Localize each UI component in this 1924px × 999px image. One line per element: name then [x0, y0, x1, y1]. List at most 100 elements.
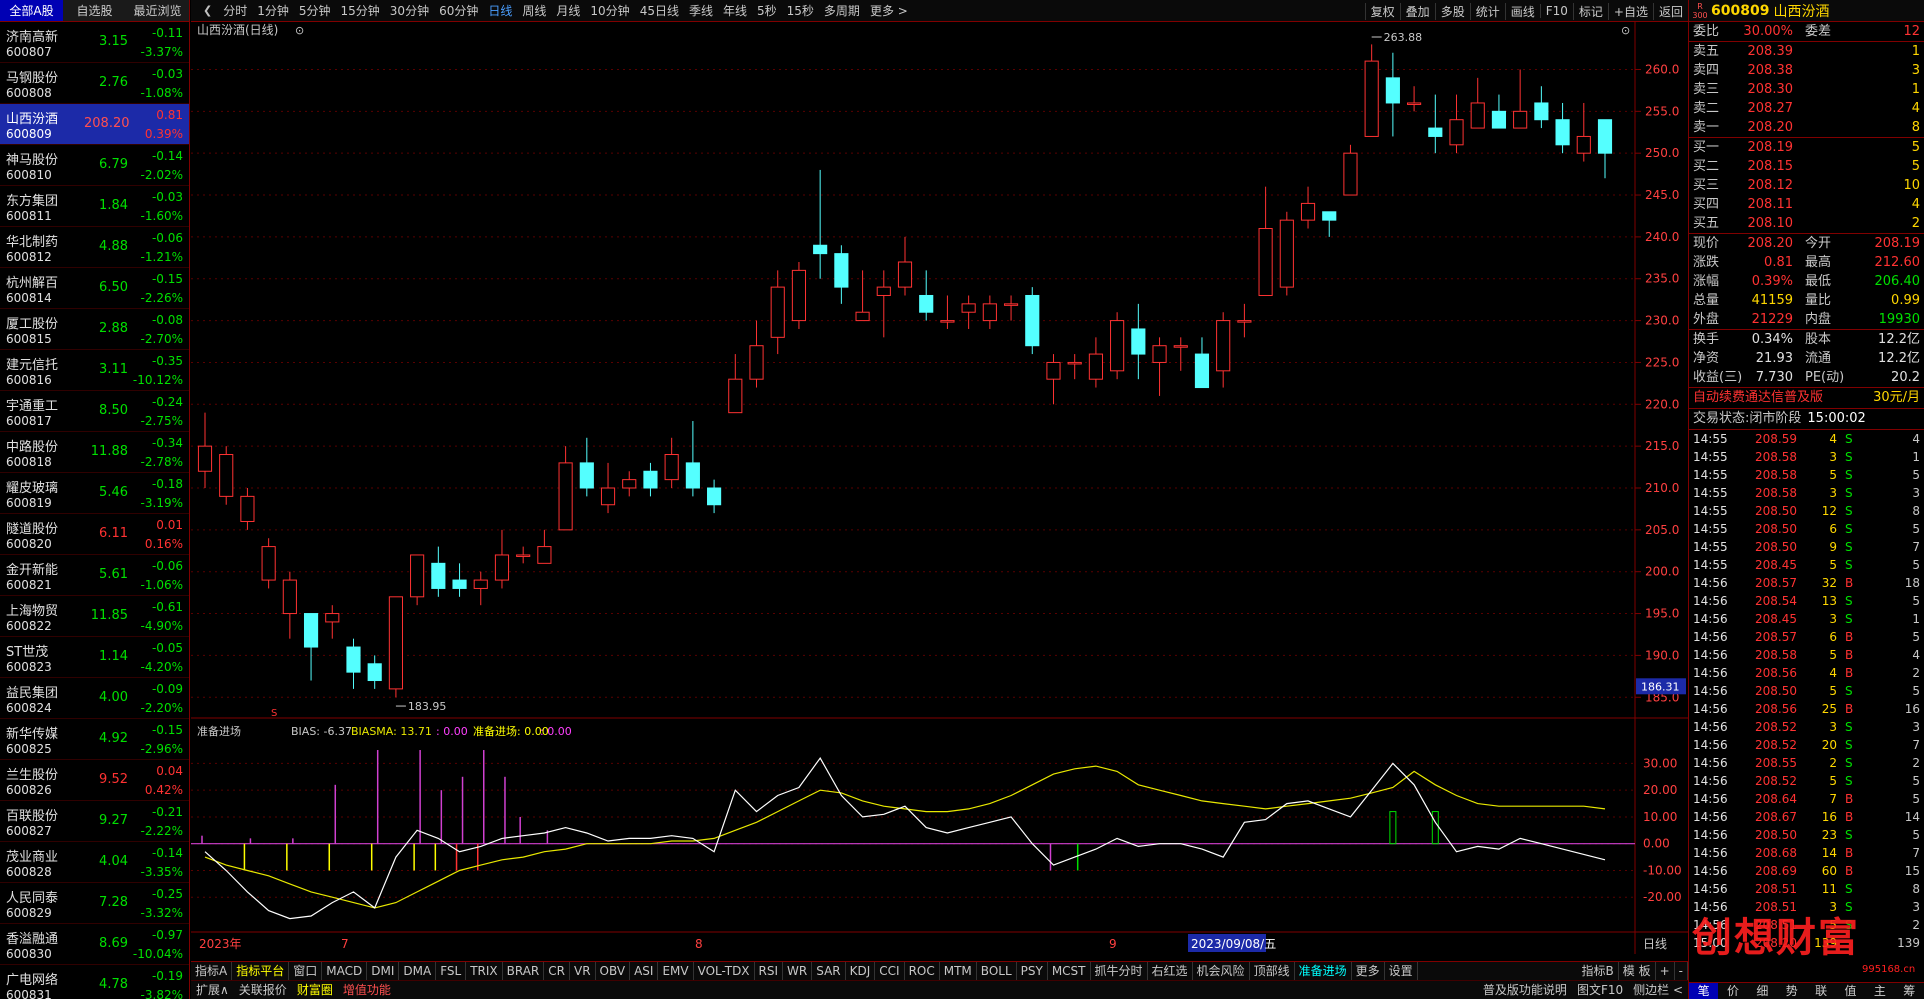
- indicator-btn[interactable]: 顶部线: [1250, 961, 1295, 981]
- chart-tool-btn[interactable]: +自选: [1607, 2, 1653, 20]
- stock-row[interactable]: 茂业商业 600828 4.04 -0.14 -3.35%: [0, 842, 189, 883]
- indicator-btn[interactable]: MACD: [322, 961, 368, 981]
- status-btn[interactable]: 财富圈: [292, 981, 338, 999]
- period-btn[interactable]: 10分钟: [585, 2, 634, 19]
- period-btn[interactable]: 15分钟: [336, 2, 385, 19]
- indicator-btn[interactable]: KDJ: [846, 961, 876, 981]
- indicator-btn[interactable]: ASI: [630, 961, 659, 981]
- chart-title-caret-icon[interactable]: ⊙: [295, 24, 304, 37]
- quote-tab[interactable]: 笔: [1689, 983, 1719, 999]
- indicator-btn[interactable]: BRAR: [503, 961, 545, 981]
- chart-tool-btn[interactable]: 复权: [1364, 2, 1400, 20]
- period-btn[interactable]: 日线: [483, 2, 517, 19]
- stock-row[interactable]: ST世茂 600823 1.14 -0.05 -4.20%: [0, 637, 189, 678]
- period-btn[interactable]: 季线: [684, 2, 718, 19]
- indicator-btn[interactable]: VOL-TDX: [694, 961, 755, 981]
- stock-row[interactable]: 隧道股份 600820 6.11 0.01 0.16%: [0, 514, 189, 555]
- chart-tool-btn[interactable]: F10: [1539, 4, 1573, 18]
- chart-tool-btn[interactable]: 标记: [1572, 2, 1608, 20]
- period-btn[interactable]: 5秒: [752, 2, 782, 19]
- period-btn[interactable]: 周线: [517, 2, 551, 19]
- chart-tool-btn[interactable]: 叠加: [1399, 2, 1435, 20]
- period-btn[interactable]: 15秒: [782, 2, 819, 19]
- indicator-btn[interactable]: 窗口: [289, 961, 323, 981]
- collapse-left-icon[interactable]: ❮: [197, 4, 218, 17]
- status-btn[interactable]: 增值功能: [338, 981, 396, 999]
- period-btn[interactable]: 1分钟: [252, 2, 294, 19]
- indicator-right-btn[interactable]: 模 板: [1619, 961, 1656, 981]
- stock-row[interactable]: 兰生股份 600826 9.52 0.04 0.42%: [0, 760, 189, 801]
- stock-row[interactable]: 建元信托 600816 3.11 -0.35 -10.12%: [0, 350, 189, 391]
- indicator-btn[interactable]: 指标A: [191, 961, 233, 981]
- stock-row[interactable]: 山西汾酒 600809 208.20 0.81 0.39%: [0, 104, 189, 145]
- stock-row[interactable]: 广电网络 600831 4.78 -0.19 -3.82%: [0, 965, 189, 999]
- status-right-btn[interactable]: 图文F10: [1572, 981, 1628, 999]
- indicator-btn[interactable]: OBV: [596, 961, 631, 981]
- stock-row[interactable]: 金开新能 600821 5.61 -0.06 -1.06%: [0, 555, 189, 596]
- stock-row[interactable]: 上海物贸 600822 11.85 -0.61 -4.90%: [0, 596, 189, 637]
- indicator-btn[interactable]: DMI: [367, 961, 400, 981]
- subscription-ad[interactable]: 自动续费通达信普及版 30元/月: [1689, 388, 1924, 408]
- indicator-btn[interactable]: FSL: [436, 961, 467, 981]
- indicator-btn[interactable]: BOLL: [977, 961, 1017, 981]
- stock-row[interactable]: 人民同泰 600829 7.28 -0.25 -3.32%: [0, 883, 189, 924]
- chart-tool-btn[interactable]: 统计: [1469, 2, 1505, 20]
- indicator-btn[interactable]: ROC: [905, 961, 940, 981]
- quote-tab[interactable]: 势: [1777, 983, 1806, 999]
- indicator-btn[interactable]: SAR: [812, 961, 846, 981]
- indicator-btn[interactable]: CCI: [875, 961, 905, 981]
- stock-row[interactable]: 中路股份 600818 11.88 -0.34 -2.78%: [0, 432, 189, 473]
- indicator-btn[interactable]: 准备进场: [1295, 961, 1352, 981]
- indicator-btn[interactable]: DMA: [399, 961, 437, 981]
- quote-tab[interactable]: 联: [1807, 983, 1836, 999]
- chart-tool-btn[interactable]: 返回: [1652, 2, 1688, 20]
- stock-row[interactable]: 益民集团 600824 4.00 -0.09 -2.20%: [0, 678, 189, 719]
- stock-row[interactable]: 耀皮玻璃 600819 5.46 -0.18 -3.19%: [0, 473, 189, 514]
- stock-row[interactable]: 宇通重工 600817 8.50 -0.24 -2.75%: [0, 391, 189, 432]
- tab-watchlist[interactable]: 自选股: [63, 0, 126, 21]
- indicator-btn[interactable]: EMV: [658, 961, 694, 981]
- period-btn[interactable]: 更多 >: [865, 2, 913, 19]
- quote-tab[interactable]: 细: [1748, 983, 1777, 999]
- chart-tool-btn[interactable]: 多股: [1434, 2, 1470, 20]
- period-btn[interactable]: 30分钟: [385, 2, 434, 19]
- stock-row[interactable]: 香溢融通 600830 8.69 -0.97 -10.04%: [0, 924, 189, 965]
- period-btn[interactable]: 年线: [718, 2, 752, 19]
- indicator-btn[interactable]: 指标平台: [232, 961, 290, 981]
- stock-row[interactable]: 新华传媒 600825 4.92 -0.15 -2.96%: [0, 719, 189, 760]
- status-right-btn[interactable]: 侧边栏 <: [1628, 981, 1688, 999]
- indicator-btn[interactable]: 更多: [1352, 961, 1385, 981]
- stock-row[interactable]: 杭州解百 600814 6.50 -0.15 -2.26%: [0, 268, 189, 309]
- chart-tool-btn[interactable]: 画线: [1504, 2, 1540, 20]
- period-btn[interactable]: 60分钟: [434, 2, 483, 19]
- indicator-btn[interactable]: VR: [570, 961, 596, 981]
- indicator-btn[interactable]: 设置: [1385, 961, 1418, 981]
- stock-row[interactable]: 马钢股份 600808 2.76 -0.03 -1.08%: [0, 63, 189, 104]
- indicator-btn[interactable]: WR: [783, 961, 813, 981]
- stock-row[interactable]: 华北制药 600812 4.88 -0.06 -1.21%: [0, 227, 189, 268]
- indicator-btn[interactable]: MCST: [1048, 961, 1091, 981]
- tab-recent[interactable]: 最近浏览: [126, 0, 189, 21]
- stock-row[interactable]: 厦工股份 600815 2.88 -0.08 -2.70%: [0, 309, 189, 350]
- quote-tab[interactable]: 值: [1836, 983, 1865, 999]
- indicator-right-btn[interactable]: +: [1656, 961, 1675, 981]
- indicator-btn[interactable]: TRIX: [466, 961, 503, 981]
- kline-chart[interactable]: 山西汾酒(日线) ⊙ ⊙ 260.0 255.0 250.0 245.0 240.0 235.0…: [191, 22, 1688, 954]
- period-btn[interactable]: 45日线: [635, 2, 684, 19]
- stock-row[interactable]: 济南高新 600807 3.15 -0.11 -3.37%: [0, 22, 189, 63]
- indicator-btn[interactable]: PSY: [1017, 961, 1048, 981]
- status-right-btn[interactable]: 普及版功能说明: [1478, 981, 1572, 999]
- status-btn[interactable]: 关联报价: [234, 981, 292, 999]
- status-btn[interactable]: 扩展∧: [191, 981, 234, 999]
- tick-list[interactable]: 14:55 208.59 4 S 4 14:55 208.58 3 S 1 14:55 208.58 5…: [1689, 430, 1924, 952]
- indicator-btn[interactable]: CR: [544, 961, 570, 981]
- indicator-btn[interactable]: 抓牛分时: [1091, 961, 1148, 981]
- quote-tab[interactable]: 筹: [1895, 983, 1924, 999]
- period-indicator[interactable]: 日线: [1643, 937, 1667, 951]
- kline-svg[interactable]: 山西汾酒(日线) ⊙ ⊙ 260.0 255.0 250.0 245.0 240.0 235.0…: [191, 22, 1688, 954]
- indicator-right-btn[interactable]: -: [1675, 961, 1688, 981]
- period-btn[interactable]: 5分钟: [294, 2, 336, 19]
- period-btn[interactable]: 月线: [551, 2, 585, 19]
- quote-tab[interactable]: 主: [1865, 983, 1894, 999]
- indicator-btn[interactable]: 机会风险: [1193, 961, 1250, 981]
